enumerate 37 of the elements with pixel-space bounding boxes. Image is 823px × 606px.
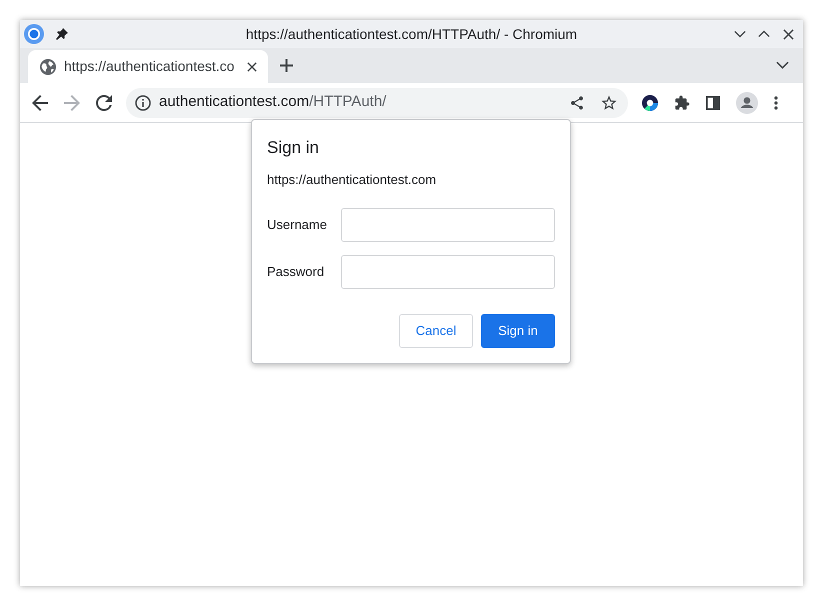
text-field[interactable] [341,255,555,289]
address-bar[interactable]: authenticationtest.com/HTTPAuth/ [126,88,628,118]
extension-logo-icon[interactable] [642,94,658,110]
reload-button[interactable] [96,94,112,110]
text-field[interactable] [341,208,555,242]
close-icon [247,62,257,72]
plus-icon [280,58,292,72]
puzzle-piece-icon[interactable] [674,94,690,110]
field-label: Password [267,263,326,282]
pin-icon[interactable] [56,28,68,40]
back-button[interactable] [32,94,48,110]
chevron-up-icon [758,30,770,38]
globe-icon [40,58,56,74]
chromium-logo-icon[interactable] [24,24,44,44]
more-menu-icon[interactable] [774,96,778,110]
share-icon[interactable] [569,94,585,110]
origin-text: https://authenticationtest.com [267,171,438,189]
chevron-down-icon [776,61,788,69]
close-icon [782,28,794,40]
field-label: Username [267,216,328,234]
close-button[interactable] [781,27,795,41]
star-icon[interactable] [600,94,618,112]
side-panel-icon[interactable] [706,96,720,110]
url-text: authenticationtest.com/HTTPAuth/ [159,92,386,112]
browser-tab[interactable]: https://authenticationtest.co [28,50,268,83]
avatar-icon[interactable] [736,92,758,114]
new-tab-button[interactable] [278,57,294,73]
reload-icon [96,94,112,110]
cancel-button[interactable]: Cancel [399,314,473,348]
info-icon[interactable] [135,94,151,110]
sign-in-button[interactable]: Sign in [481,314,555,348]
chevron-down-icon [734,30,746,38]
back-arrow-icon [32,94,48,110]
tab-search-button[interactable] [775,60,789,70]
forward-arrow-icon [64,94,80,110]
window-title: https://authenticationtest.com/HTTPAuth/ - Chromium [246,24,578,44]
dialog-title: Sign in [267,137,320,159]
